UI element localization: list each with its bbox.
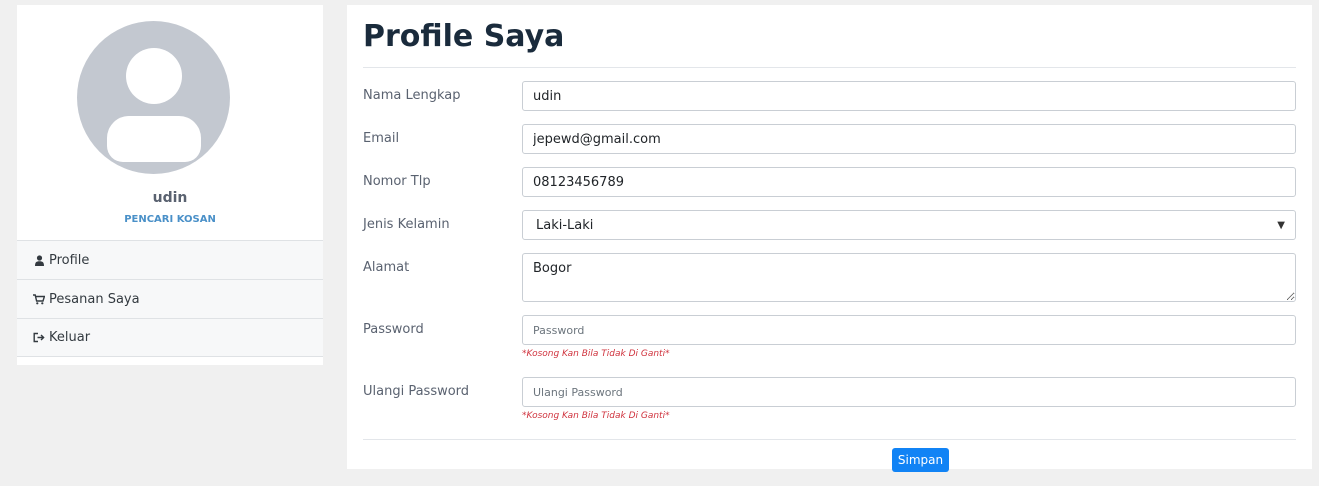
user-role: PENCARI KOSAN [124,214,216,225]
user-name: udin [152,190,188,206]
email-label: Email [363,131,400,146]
sidebar-menu: Profile Pesanan Saya Keluar [17,240,323,357]
sidebar-item-pesanan[interactable]: Pesanan Saya [17,279,323,318]
gender-selected-value: Laki-Laki [536,217,594,233]
page-title: Profile Saya [363,19,565,54]
save-button[interactable]: Simpan [892,448,949,472]
email-input[interactable] [533,131,1285,147]
sidebar-item-label: Keluar [49,330,91,345]
user-icon [32,254,46,266]
profile-form-panel: Profile Saya Nama Lengkap Email Nomor Tl… [347,5,1312,469]
telp-input[interactable] [533,174,1285,190]
caret-down-icon: ▼ [1277,219,1285,231]
avatar-head-shape [126,48,182,104]
sidebar-item-label: Profile [49,252,90,268]
password2-label: Ulangi Password [363,384,470,399]
password2-input[interactable] [533,384,1285,400]
nama-field[interactable] [522,81,1296,111]
password-hint: *Kosong Kan Bila Tidak Di Ganti* [522,349,670,359]
password2-field[interactable] [522,377,1296,407]
alamat-textarea[interactable]: Bogor [522,253,1296,302]
nama-label: Nama Lengkap [363,88,461,103]
telp-field[interactable] [522,167,1296,197]
profile-sidebar: udin PENCARI KOSAN Profile Pesanan Saya … [17,5,323,365]
sidebar-item-keluar[interactable]: Keluar [17,318,323,357]
email-field[interactable] [522,124,1296,154]
telp-label: Nomor Tlp [363,174,431,189]
password-input[interactable] [533,322,1285,338]
gender-select[interactable]: Laki-Laki ▼ [522,210,1296,240]
sign-out-icon [32,332,46,343]
gender-label: Jenis Kelamin [363,217,450,232]
divider [363,439,1296,440]
password2-hint: *Kosong Kan Bila Tidak Di Ganti* [522,411,670,421]
sidebar-item-profile[interactable]: Profile [17,240,323,279]
password-field[interactable] [522,315,1296,345]
nama-input[interactable] [533,88,1285,104]
alamat-label: Alamat [363,260,410,275]
cart-icon [32,293,46,305]
sidebar-item-label: Pesanan Saya [49,291,140,307]
divider [363,67,1296,68]
avatar-body-shape [107,116,201,162]
password-label: Password [363,322,424,337]
avatar [77,21,230,174]
